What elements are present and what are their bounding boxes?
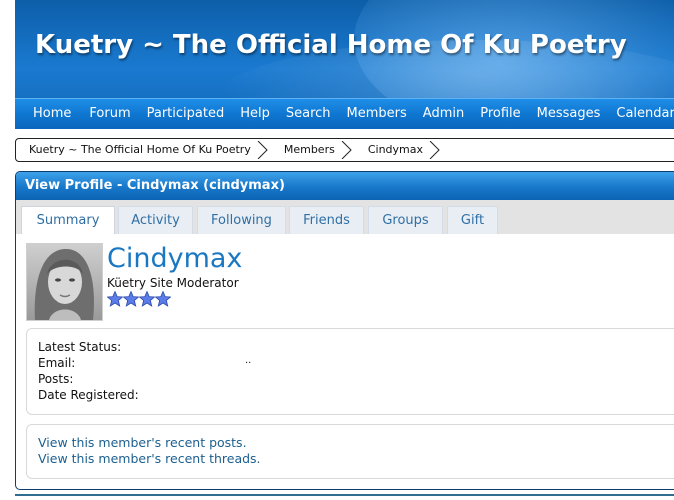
star-icon bbox=[139, 291, 155, 307]
tab-summary[interactable]: Summary bbox=[21, 206, 115, 234]
main-navigation: Home Forum Participated Help Search Memb… bbox=[15, 98, 674, 129]
nav-item-calendar[interactable]: Calendar bbox=[616, 99, 674, 129]
chevron-right-icon bbox=[429, 141, 441, 159]
breadcrumb-item-current[interactable]: Cindymax bbox=[355, 139, 443, 161]
nav-item-forum[interactable]: Forum bbox=[89, 99, 130, 129]
member-avatar[interactable] bbox=[26, 243, 103, 321]
tab-friends[interactable]: Friends bbox=[289, 206, 364, 234]
tab-following[interactable]: Following bbox=[197, 206, 286, 234]
breadcrumb-label: Members bbox=[283, 143, 335, 156]
chevron-right-icon bbox=[341, 141, 353, 159]
member-title: Küetry Site Moderator bbox=[107, 276, 239, 290]
nav-item-members[interactable]: Members bbox=[347, 99, 407, 129]
chevron-right-icon bbox=[257, 141, 269, 159]
nav-item-help[interactable]: Help bbox=[240, 99, 270, 129]
footer-divider bbox=[15, 494, 674, 496]
star-icon bbox=[155, 291, 171, 307]
member-links-box: View this member's recent posts. View th… bbox=[26, 424, 674, 479]
email-label: Email: bbox=[38, 356, 76, 370]
nav-item-messages[interactable]: Messages bbox=[537, 99, 601, 129]
breadcrumb-item-home[interactable]: Kuetry ~ The Official Home Of Ku Poetry bbox=[16, 139, 271, 161]
recent-posts-link[interactable]: View this member's recent posts. bbox=[38, 435, 247, 450]
star-icon bbox=[107, 291, 123, 307]
site-title[interactable]: Kuetry ~ The Official Home Of Ku Poetry bbox=[35, 30, 627, 60]
breadcrumb: Kuetry ~ The Official Home Of Ku Poetry … bbox=[15, 138, 674, 162]
breadcrumb-item-members[interactable]: Members bbox=[271, 139, 355, 161]
breadcrumb-label: Cindymax bbox=[367, 143, 423, 156]
posts-label: Posts: bbox=[38, 372, 74, 386]
tab-groups[interactable]: Groups bbox=[368, 206, 443, 234]
profile-heading: View Profile - Cindymax (cindymax) bbox=[16, 172, 674, 200]
profile-panel: View Profile - Cindymax (cindymax) Summa… bbox=[15, 171, 674, 490]
latest-status-label: Latest Status: bbox=[38, 340, 122, 354]
date-registered-label: Date Registered: bbox=[38, 388, 139, 402]
site-header: Kuetry ~ The Official Home Of Ku Poetry bbox=[15, 0, 674, 98]
member-info-box: Latest Status: Email: .. Posts: Date Reg… bbox=[26, 328, 674, 415]
member-name: Cindymax bbox=[107, 243, 243, 274]
profile-tabs: Summary Activity Following Friends Group… bbox=[16, 200, 674, 234]
nav-item-search[interactable]: Search bbox=[286, 99, 331, 129]
rank-stars bbox=[107, 291, 171, 307]
star-icon bbox=[123, 291, 139, 307]
nav-item-admin[interactable]: Admin bbox=[423, 99, 464, 129]
breadcrumb-label: Kuetry ~ The Official Home Of Ku Poetry bbox=[29, 143, 251, 156]
nav-item-profile[interactable]: Profile bbox=[480, 99, 520, 129]
recent-threads-link[interactable]: View this member's recent threads. bbox=[38, 451, 261, 466]
nav-item-home[interactable]: Home bbox=[33, 99, 71, 129]
nav-item-participated[interactable]: Participated bbox=[147, 99, 225, 129]
email-value: .. bbox=[245, 355, 252, 366]
tab-activity[interactable]: Activity bbox=[118, 206, 193, 234]
tab-gift[interactable]: Gift bbox=[447, 206, 498, 234]
